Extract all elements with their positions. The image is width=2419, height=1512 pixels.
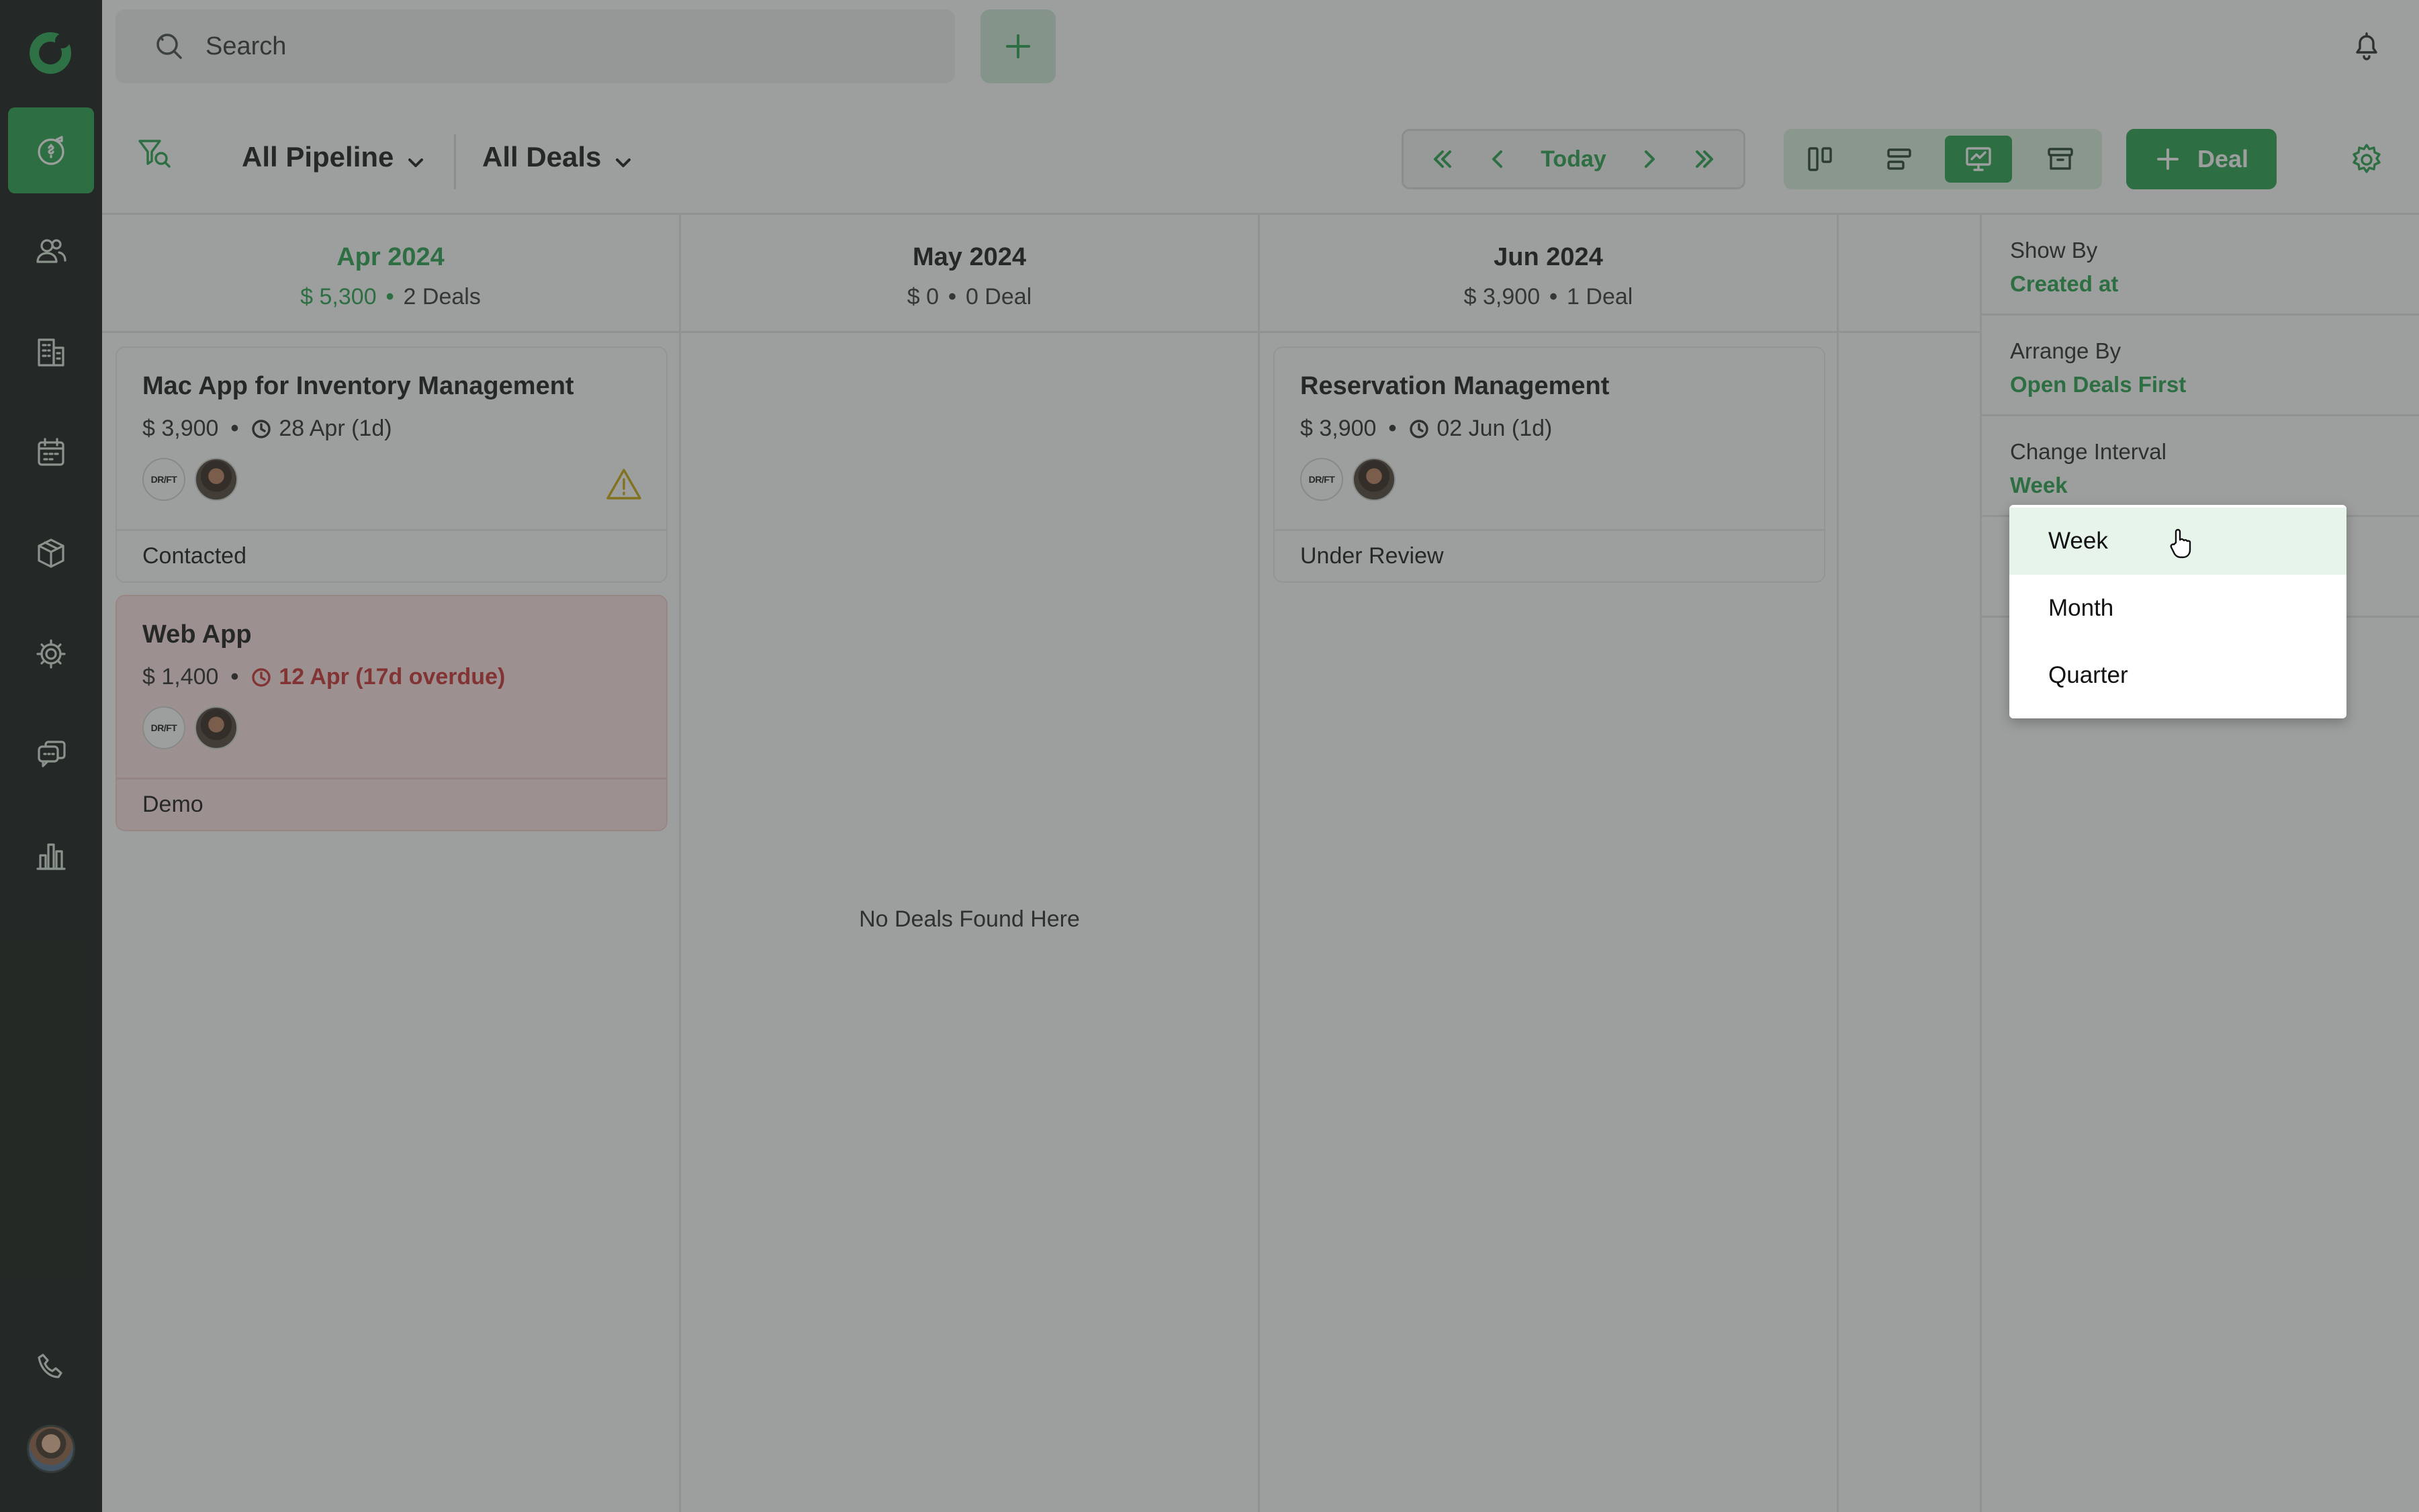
interval-option-label: Week xyxy=(2048,528,2108,554)
interval-option-quarter[interactable]: Quarter xyxy=(2009,642,2346,709)
dim-overlay[interactable] xyxy=(0,0,2419,1512)
interval-option-label: Month xyxy=(2048,595,2114,621)
interval-option-month[interactable]: Month xyxy=(2009,575,2346,642)
interval-menu: Week Month Quarter xyxy=(2009,505,2346,718)
interval-option-week[interactable]: Week xyxy=(2009,508,2346,575)
hand-cursor-icon xyxy=(2168,528,2193,559)
interval-option-label: Quarter xyxy=(2048,662,2128,688)
